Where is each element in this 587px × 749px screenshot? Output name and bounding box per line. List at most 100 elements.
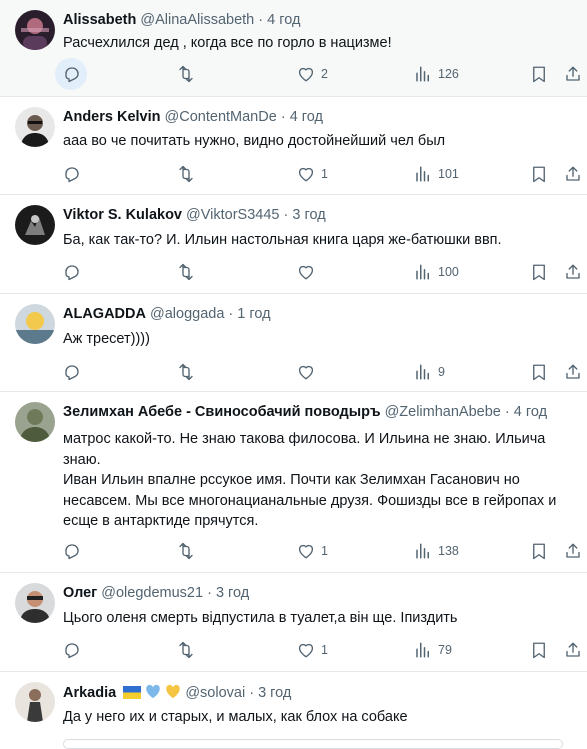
retweet-icon	[179, 65, 193, 83]
like-count: 1	[321, 643, 328, 657]
timestamp[interactable]: 3 год	[258, 685, 291, 701]
reply-header: Зелимхан Абебе - Свинособачий поводыръ @…	[63, 404, 547, 421]
share-icon	[566, 543, 580, 558]
like-button[interactable]	[297, 262, 321, 282]
like-button[interactable]: 1	[297, 164, 328, 184]
yellow-heart-icon	[166, 684, 181, 699]
reply-item[interactable]: Олег @olegdemus21 · 3 год Цього оленя см…	[0, 573, 587, 672]
timestamp[interactable]: 1 год	[237, 306, 270, 322]
reply-button[interactable]	[63, 262, 87, 282]
retweet-icon	[179, 263, 193, 281]
retweet-button[interactable]	[176, 640, 202, 660]
reply-item[interactable]: Arkadia @solovai · 3 год Да у него их и …	[0, 672, 587, 745]
author-name[interactable]: Alissabeth	[63, 12, 136, 28]
views-button[interactable]: 138	[414, 541, 459, 561]
bookmark-button[interactable]	[530, 64, 548, 84]
reply-item[interactable]: Viktor S. Kulakov @ViktorS3445 · 3 год Б…	[0, 195, 587, 294]
reply-button[interactable]	[63, 541, 87, 561]
retweet-button[interactable]	[176, 362, 202, 382]
avatar[interactable]	[15, 10, 55, 50]
reply-button[interactable]	[63, 164, 87, 184]
author-handle[interactable]: @olegdemus21	[101, 585, 203, 601]
reply-item[interactable]: Anders Kelvin @ContentManDe · 4 год ааа …	[0, 97, 587, 195]
reply-text-line: несавсем. Мы все многонацианальные друзя…	[63, 492, 557, 509]
avatar[interactable]	[15, 402, 55, 442]
ukraine-flag-icon	[123, 686, 142, 699]
retweet-button[interactable]	[176, 541, 202, 561]
heart-icon	[298, 265, 314, 280]
share-icon	[566, 264, 580, 279]
avatar[interactable]	[15, 205, 55, 245]
author-name[interactable]: Олег	[63, 585, 97, 601]
views-count: 9	[438, 365, 445, 379]
like-button[interactable]: 2	[297, 64, 328, 84]
reply-item[interactable]: ALAGADDA @aloggada · 1 год Аж тресет))))…	[0, 294, 587, 392]
bookmark-button[interactable]	[530, 262, 548, 282]
reply-icon	[65, 365, 79, 381]
bookmark-button[interactable]	[530, 164, 548, 184]
separator-dot: ·	[228, 306, 234, 322]
author-handle[interactable]: @AlinaAlissabeth	[140, 12, 254, 28]
retweet-button[interactable]	[176, 64, 202, 84]
like-button[interactable]	[297, 362, 321, 382]
reply-item[interactable]: Зелимхан Абебе - Свинособачий поводыръ @…	[0, 392, 587, 573]
views-button[interactable]: 9	[414, 362, 445, 382]
author-name[interactable]: Зелимхан Абебе - Свинособачий поводыръ	[63, 404, 381, 420]
reply-button[interactable]	[63, 640, 87, 660]
retweet-icon	[179, 165, 193, 183]
timestamp[interactable]: 4 год	[290, 109, 323, 125]
views-button[interactable]: 126	[414, 64, 459, 84]
bottom-edge	[63, 739, 563, 749]
reply-icon	[65, 167, 79, 183]
avatar[interactable]	[15, 304, 55, 344]
views-icon	[416, 642, 429, 658]
share-icon	[566, 66, 580, 81]
timestamp[interactable]: 3 год	[216, 585, 249, 601]
share-button[interactable]	[564, 541, 582, 561]
heart-icon	[298, 167, 314, 182]
author-name[interactable]: Viktor S. Kulakov	[63, 207, 182, 223]
views-button[interactable]: 79	[414, 640, 452, 660]
timestamp[interactable]: 4 год	[514, 404, 547, 420]
author-handle[interactable]: @solovai	[185, 685, 245, 701]
reply-text-line: Цього оленя смерть відпустила в туалет,а…	[63, 610, 458, 626]
share-button[interactable]	[564, 64, 582, 84]
share-icon	[566, 166, 580, 181]
bookmark-button[interactable]	[530, 541, 548, 561]
timestamp[interactable]: 3 год	[292, 207, 325, 223]
bookmark-button[interactable]	[530, 640, 548, 660]
reply-button[interactable]	[63, 362, 87, 382]
reply-button[interactable]	[55, 58, 87, 90]
share-button[interactable]	[564, 164, 582, 184]
retweet-icon	[179, 363, 193, 381]
reply-text-line: матрос какой-то. Не знаю такова филосова…	[63, 431, 546, 447]
avatar[interactable]	[15, 583, 55, 623]
reply-header: Anders Kelvin @ContentManDe · 4 год	[63, 109, 323, 126]
retweet-button[interactable]	[176, 164, 202, 184]
share-button[interactable]	[564, 262, 582, 282]
author-handle[interactable]: @ZelimhanAbebe	[385, 404, 501, 420]
heart-icon	[298, 643, 314, 658]
author-name[interactable]: Arkadia	[63, 685, 116, 701]
views-count: 126	[438, 67, 459, 81]
reply-text-line: ааа во че почитать нужно, видно достойне…	[63, 133, 446, 149]
reply-item[interactable]: Alissabeth @AlinaAlissabeth · 4 год Расч…	[0, 0, 587, 97]
author-handle[interactable]: @aloggada	[150, 306, 224, 322]
separator-dot: ·	[280, 109, 286, 125]
like-button[interactable]: 1	[297, 541, 328, 561]
share-button[interactable]	[564, 640, 582, 660]
views-button[interactable]: 101	[414, 164, 459, 184]
avatar[interactable]	[15, 107, 55, 147]
avatar[interactable]	[15, 682, 55, 722]
author-handle[interactable]: @ViktorS3445	[186, 207, 279, 223]
retweet-button[interactable]	[176, 262, 202, 282]
like-button[interactable]: 1	[297, 640, 328, 660]
timestamp[interactable]: 4 год	[267, 12, 300, 28]
share-button[interactable]	[564, 362, 582, 382]
author-handle[interactable]: @ContentManDe	[165, 109, 277, 125]
action-bar: 1 101	[63, 164, 587, 184]
author-name[interactable]: ALAGADDA	[63, 306, 146, 322]
views-button[interactable]: 100	[414, 262, 459, 282]
bookmark-button[interactable]	[530, 362, 548, 382]
author-name[interactable]: Anders Kelvin	[63, 109, 161, 125]
